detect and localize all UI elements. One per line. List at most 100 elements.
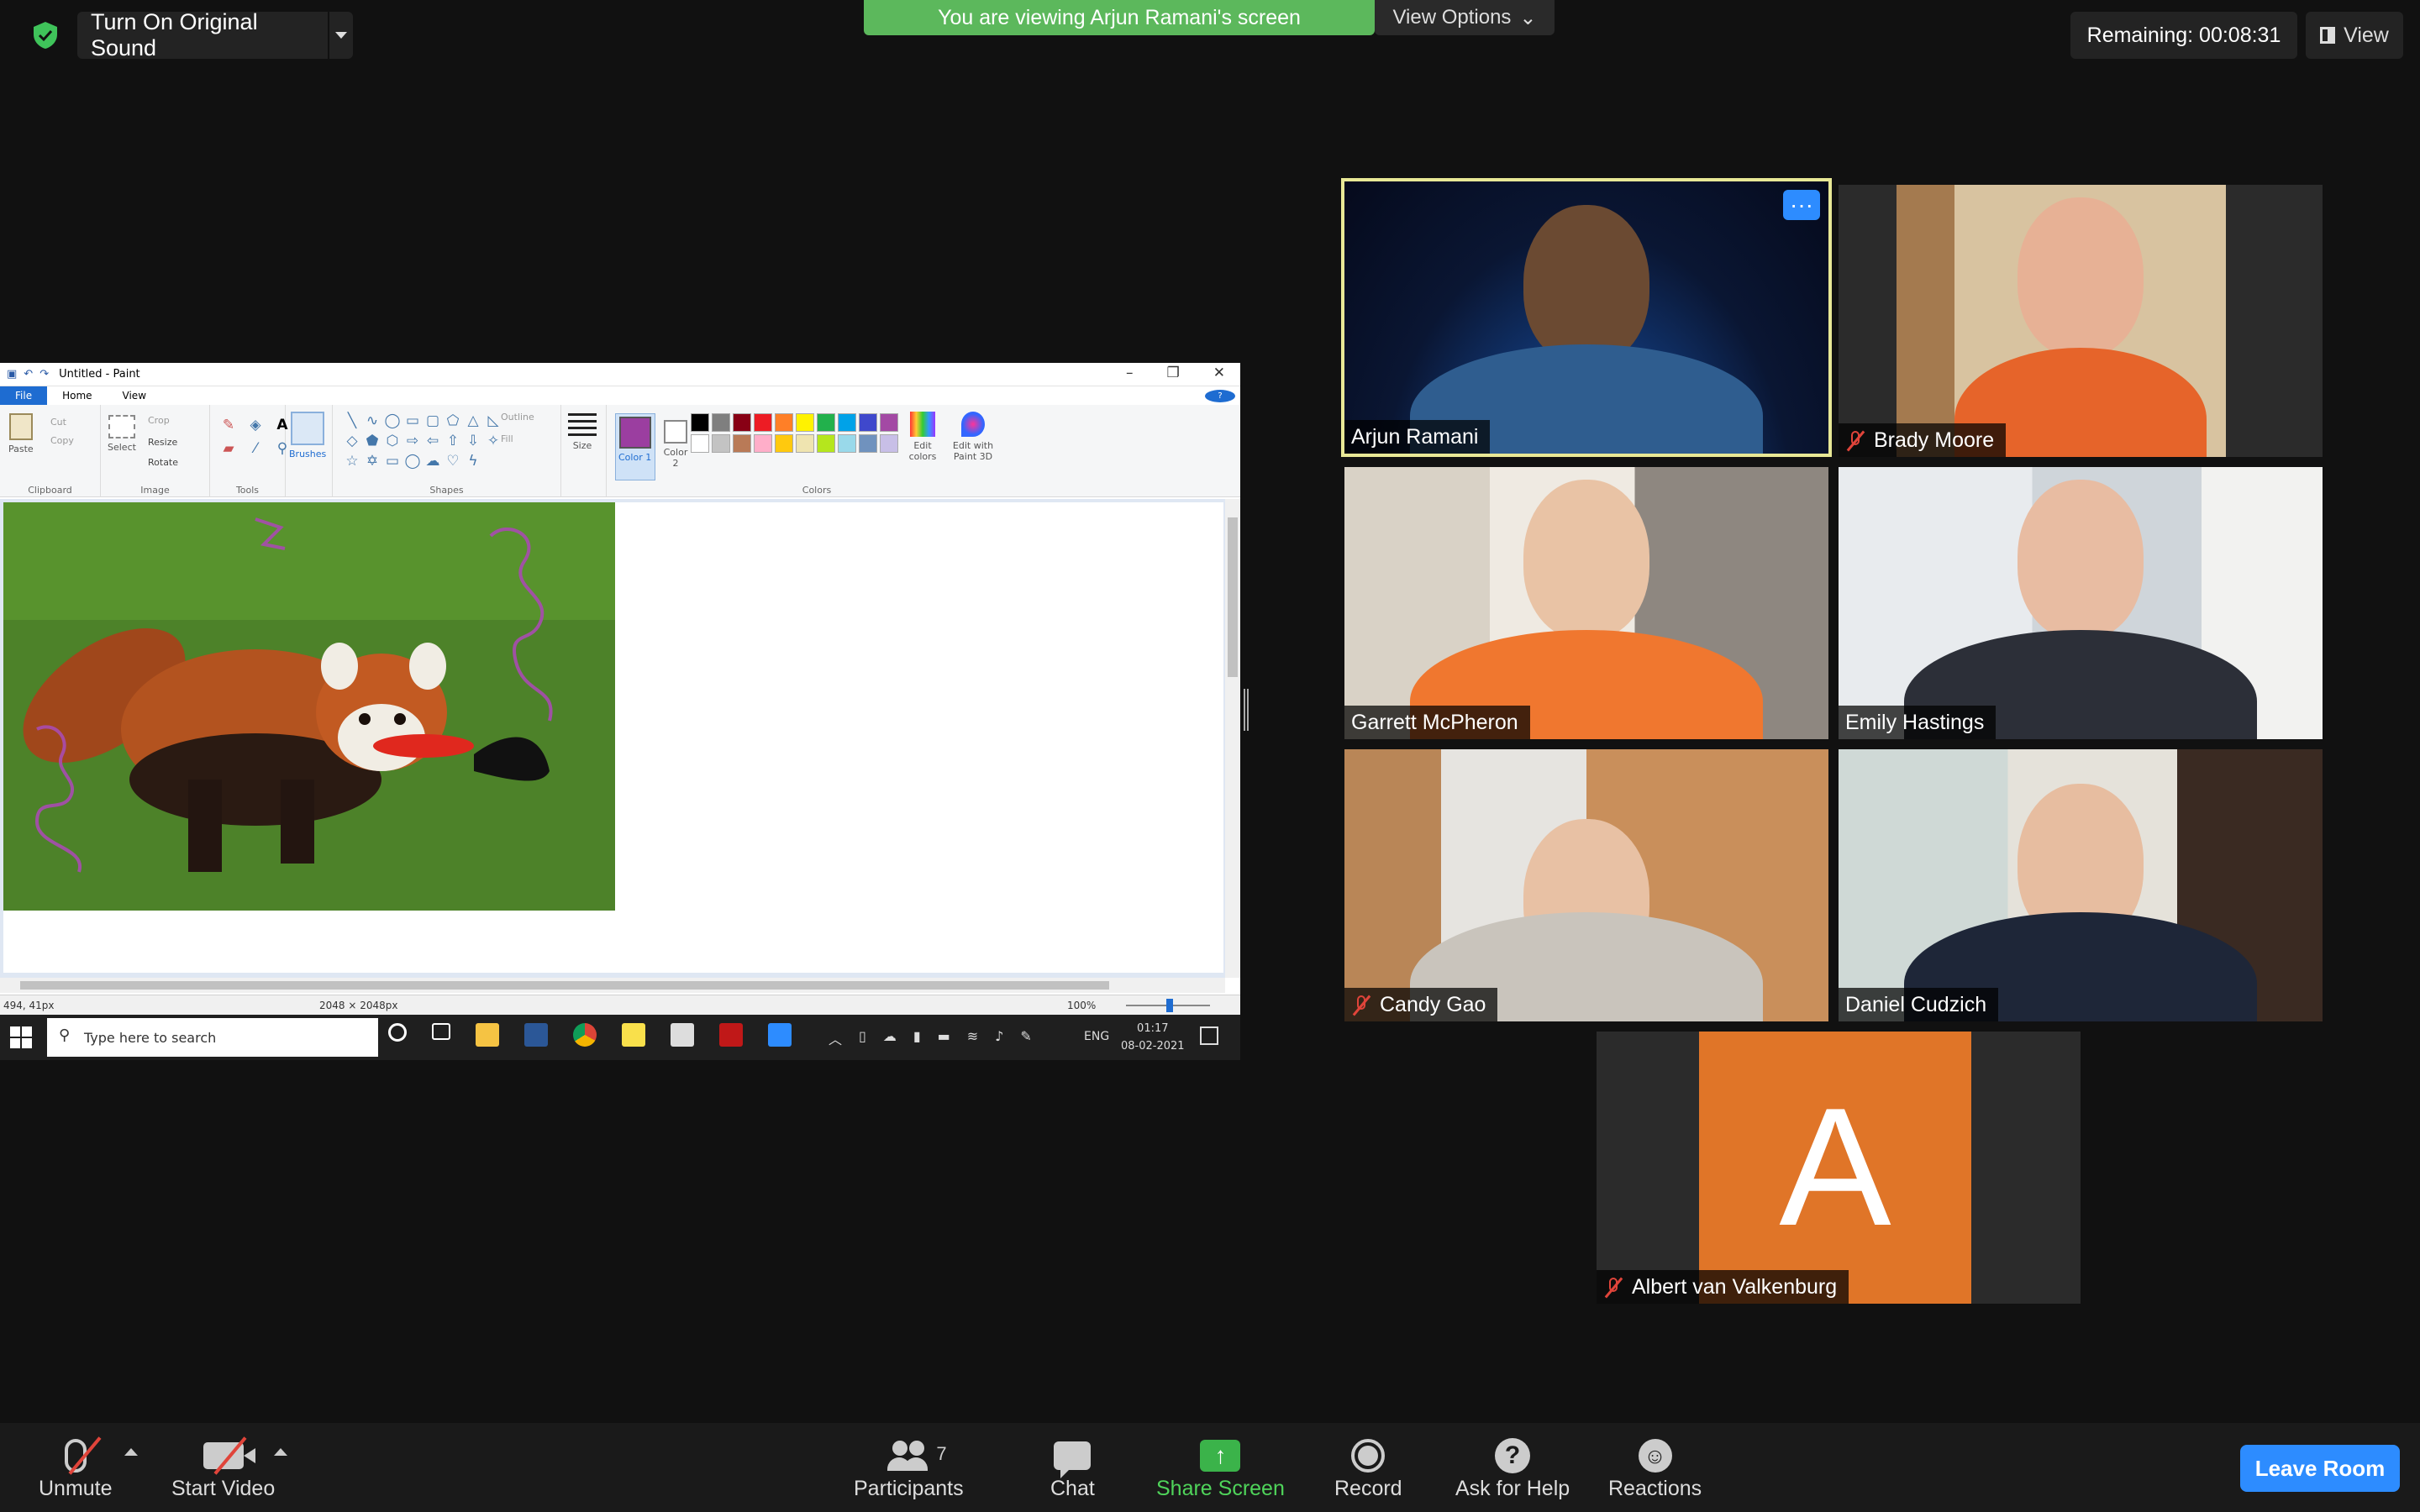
paint3d-button[interactable]: Edit with Paint 3D (948, 412, 998, 462)
copy-button[interactable]: Copy (50, 435, 74, 446)
taskbar-clock[interactable]: 01:17 08-02-2021 (1121, 1020, 1185, 1055)
color1-selector[interactable]: Color 1 (618, 417, 651, 463)
horizontal-scrollbar[interactable] (0, 978, 1225, 993)
callout-oval-shape-icon[interactable]: ◯ (403, 452, 422, 470)
reactions-button[interactable]: ☺ Reactions (1608, 1435, 1702, 1501)
cut-button[interactable]: Cut (50, 417, 66, 428)
wifi-icon[interactable]: ≋ (967, 1028, 978, 1048)
leave-room-button[interactable]: Leave Room (2240, 1445, 2400, 1492)
start-video-button[interactable]: Start Video (171, 1435, 275, 1501)
battery-icon[interactable]: ▬ (938, 1028, 950, 1048)
system-tray[interactable]: ︿ ▯ ☁ ▮ ▬ ≋ ♪ ✎ (829, 1028, 1032, 1048)
cloud-icon[interactable]: ☁ (883, 1028, 897, 1048)
oval-shape-icon[interactable]: ◯ (383, 412, 402, 430)
view-options-button[interactable]: View Options ⌄ (1375, 0, 1555, 35)
rotate-button[interactable]: Rotate (148, 457, 178, 468)
palette-swatch[interactable] (712, 413, 730, 432)
palette-swatch[interactable] (817, 413, 835, 432)
audio-options-caret[interactable] (124, 1448, 138, 1456)
edit-colors-button[interactable]: Edit colors (906, 412, 939, 462)
palette-swatch[interactable] (775, 434, 793, 453)
video-options-caret[interactable] (274, 1448, 287, 1456)
tab-home[interactable]: Home (47, 386, 107, 405)
color-picker-icon[interactable]: ⁄ (245, 440, 266, 457)
palette-swatch[interactable] (880, 434, 898, 453)
save-icon[interactable]: ▣ (7, 368, 17, 381)
triangle-shape-icon[interactable]: △ (464, 412, 482, 430)
arrow-down-shape-icon[interactable]: ⇩ (464, 432, 482, 450)
shield-icon[interactable] (30, 20, 60, 50)
palette-swatch[interactable] (733, 413, 751, 432)
select-button[interactable]: Select (108, 415, 136, 453)
resize-button[interactable]: Resize (148, 437, 177, 448)
participants-button[interactable]: 7 Participants (854, 1435, 964, 1501)
video-tile-albert[interactable]: A Albert van Valkenburg (1597, 1032, 2081, 1304)
palette-swatch[interactable] (838, 413, 856, 432)
chat-button[interactable]: Chat (1050, 1435, 1095, 1501)
color-palette[interactable] (691, 413, 898, 453)
star4-shape-icon[interactable]: ✧ (484, 432, 502, 450)
paint-canvas[interactable] (3, 502, 1223, 973)
outline-button[interactable]: Outline (501, 412, 534, 423)
rectangle-shape-icon[interactable]: ▭ (403, 412, 422, 430)
taskbar-search[interactable]: Type here to search (47, 1018, 378, 1057)
crop-button[interactable]: Crop (148, 415, 170, 426)
palette-swatch[interactable] (880, 413, 898, 432)
eraser-icon[interactable]: ▰ (218, 440, 239, 457)
video-tile-daniel[interactable]: Daniel Cudzich (1839, 749, 2323, 1021)
notification-icon[interactable] (1200, 1026, 1218, 1045)
heart-shape-icon[interactable]: ♡ (444, 452, 462, 470)
vertical-scrollbar[interactable] (1225, 499, 1240, 978)
view-button[interactable]: View (2306, 12, 2403, 59)
diamond-shape-icon[interactable]: ◇ (343, 432, 361, 450)
pen-icon[interactable]: ✎ (1020, 1028, 1031, 1048)
scroll-thumb[interactable] (20, 981, 1109, 990)
zoom-app-icon[interactable] (768, 1023, 792, 1047)
windows-start-icon[interactable] (8, 1025, 34, 1050)
rounded-rect-shape-icon[interactable]: ▢ (424, 412, 442, 430)
help-icon[interactable]: ? (1205, 390, 1235, 402)
palette-swatch[interactable] (775, 413, 793, 432)
minimize-icon[interactable]: – (1126, 365, 1134, 381)
more-options-button[interactable]: ··· (1783, 190, 1820, 220)
lightning-shape-icon[interactable]: ϟ (464, 452, 482, 470)
palette-swatch[interactable] (859, 413, 877, 432)
fill-bucket-icon[interactable]: ◈ (245, 417, 266, 433)
polygon-shape-icon[interactable]: ⬠ (444, 412, 462, 430)
paint-app-icon[interactable] (671, 1023, 694, 1047)
usb-icon[interactable]: ▮ (913, 1028, 921, 1048)
pencil-icon[interactable]: ✎ (218, 417, 239, 433)
palette-swatch[interactable] (838, 434, 856, 453)
palette-swatch[interactable] (754, 434, 772, 453)
palette-swatch[interactable] (691, 413, 709, 432)
canvas-area[interactable] (0, 499, 1240, 978)
palette-swatch[interactable] (733, 434, 751, 453)
paste-button[interactable]: Paste (8, 413, 34, 454)
close-icon[interactable]: ✕ (1213, 365, 1225, 381)
palette-swatch[interactable] (796, 434, 814, 453)
volume-icon[interactable]: ♪ (995, 1028, 1003, 1048)
redo-icon[interactable]: ↷ (39, 368, 49, 381)
brushes-button[interactable]: Brushes (289, 412, 326, 459)
tab-view[interactable]: View (108, 386, 161, 405)
split-view-handle[interactable] (1244, 689, 1249, 731)
arrow-right-shape-icon[interactable]: ⇨ (403, 432, 422, 450)
video-tile-garrett[interactable]: Garrett McPheron (1344, 467, 1828, 739)
file-explorer-icon[interactable] (476, 1023, 499, 1047)
scroll-thumb[interactable] (1228, 517, 1238, 677)
record-button[interactable]: Record (1334, 1435, 1402, 1501)
zoom-slider-thumb[interactable] (1166, 999, 1173, 1012)
shapes-gallery[interactable]: ╲ ∿ ◯ ▭ ▢ ⬠ △ ◺ ◇ ⬟ ⬡ ⇨ ⇦ ⇧ ⇩ ✧ ☆ ✡ ▭ ◯ ☁ ♡ ϟ (343, 412, 502, 470)
original-sound-button[interactable]: Turn On Original Sound (77, 9, 353, 60)
callout-rect-shape-icon[interactable]: ▭ (383, 452, 402, 470)
callout-cloud-shape-icon[interactable]: ☁ (424, 452, 442, 470)
window-controls[interactable]: – ❐ ✕ (1126, 365, 1225, 381)
ask-for-help-button[interactable]: ? Ask for Help (1455, 1435, 1570, 1501)
tray-app-icon[interactable]: ▯ (859, 1028, 866, 1048)
unmute-button[interactable]: Unmute (39, 1435, 113, 1501)
restore-icon[interactable]: ❐ (1167, 365, 1180, 381)
fill-button[interactable]: Fill (501, 433, 513, 444)
tab-file[interactable]: File (0, 386, 48, 405)
star5-shape-icon[interactable]: ☆ (343, 452, 361, 470)
pentagon-shape-icon[interactable]: ⬟ (363, 432, 381, 450)
